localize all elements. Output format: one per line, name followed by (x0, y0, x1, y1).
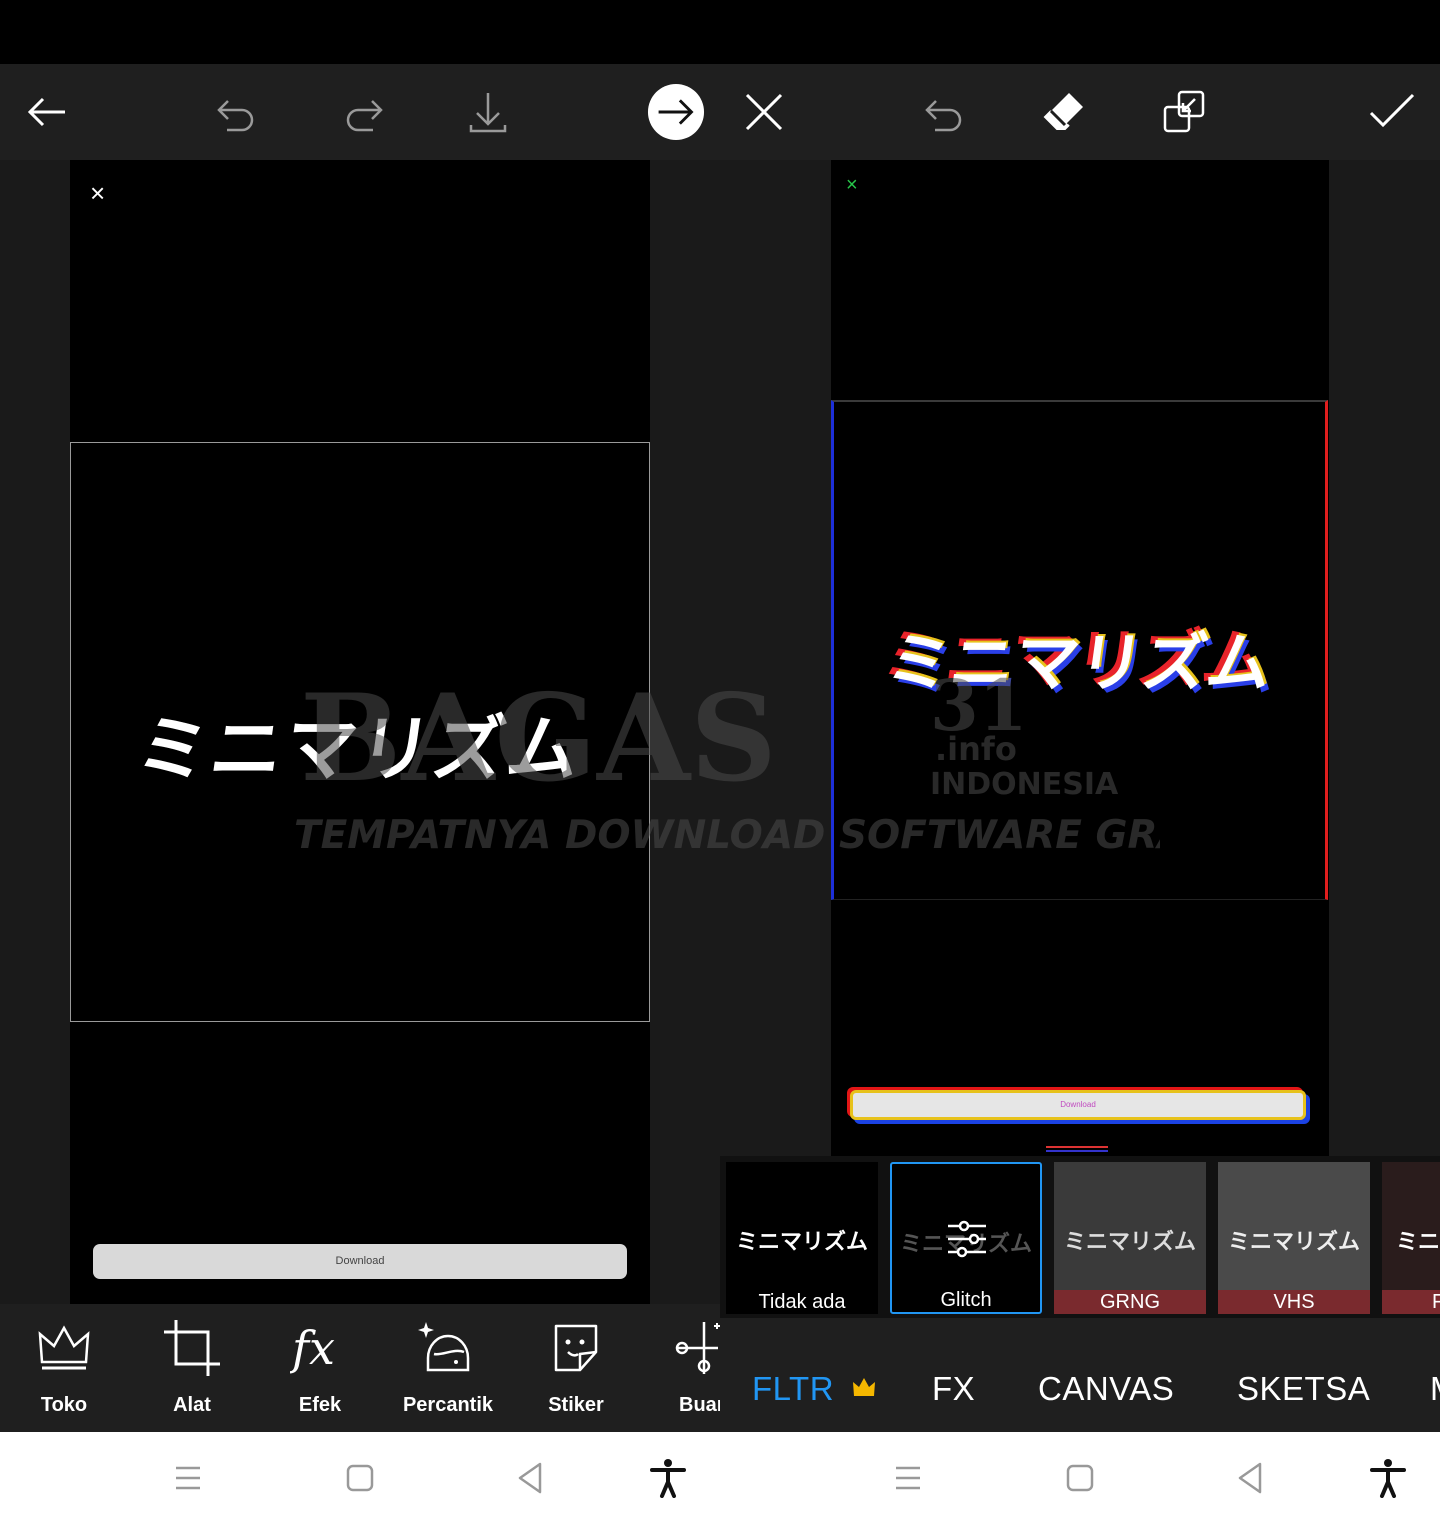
status-bar (0, 0, 1440, 64)
tab-fltr[interactable]: FLTR (752, 1370, 834, 1408)
recent-apps-icon[interactable] (168, 1458, 208, 1498)
back-arrow-icon (27, 97, 65, 127)
face-icon (418, 1322, 470, 1372)
tab-more[interactable]: M (1430, 1370, 1440, 1408)
effect-undo-button[interactable] (912, 80, 976, 144)
tool-label: Percantik (402, 1394, 494, 1416)
sticker-icon (554, 1324, 598, 1372)
tool-percantik[interactable]: Percantik (393, 1318, 503, 1417)
close-effect-button[interactable] (732, 80, 796, 144)
undo-icon (925, 100, 962, 132)
recent-apps-icon[interactable] (888, 1458, 928, 1498)
left-download-button[interactable]: Download (93, 1244, 627, 1279)
fx-icon: fx (290, 1321, 335, 1375)
compare-button[interactable] (1152, 80, 1216, 144)
filter-thumb-glitch[interactable]: ミニマリズム Glitch (890, 1162, 1042, 1314)
close-icon (745, 93, 783, 131)
next-button[interactable] (644, 80, 708, 144)
tool-label: Stiker (548, 1394, 604, 1416)
premium-crown-icon (853, 1378, 875, 1396)
layers-icon (1163, 90, 1205, 133)
back-nav-icon[interactable] (1230, 1458, 1270, 1498)
eraser-button[interactable] (1032, 80, 1096, 144)
tool-label: Alat (173, 1394, 211, 1416)
checkmark-icon (1369, 93, 1415, 128)
tool-toko[interactable]: Toko (9, 1318, 119, 1417)
tool-efek[interactable]: fx Efek (265, 1318, 375, 1417)
tool-label: Toko (40, 1394, 88, 1416)
forward-arrow-icon (647, 83, 705, 141)
tool-label: Buan (679, 1394, 720, 1416)
filter-strip: ミニマリズム Tidak ada ミニマリズム Glitch ミニマリズム GR… (720, 1156, 1440, 1318)
home-icon[interactable] (340, 1458, 380, 1498)
tools-bar: Toko Alat fx Efek Percantik Stiker Buan (0, 1304, 720, 1432)
filter-preview: ミニマリズム (735, 1230, 868, 1255)
save-button[interactable] (456, 80, 520, 144)
filter-label: Tidak ada (758, 1291, 846, 1313)
filter-thumb-none[interactable]: ミニマリズム Tidak ada (726, 1162, 878, 1314)
tool-label: Efek (298, 1394, 342, 1416)
back-button[interactable] (16, 80, 80, 144)
undo-button[interactable] (204, 80, 268, 144)
brush-icon (675, 1322, 720, 1374)
home-icon[interactable] (1060, 1458, 1100, 1498)
tool-stiker[interactable]: Stiker (521, 1318, 631, 1417)
tool-buan[interactable]: Buan (649, 1318, 720, 1417)
adjust-sliders-icon (948, 1220, 986, 1258)
accessibility-icon[interactable] (1368, 1458, 1408, 1498)
back-nav-icon[interactable] (510, 1458, 550, 1498)
accessibility-icon[interactable] (648, 1458, 688, 1498)
filter-label: Glitch (940, 1289, 992, 1311)
crown-icon (38, 1325, 90, 1370)
filter-preview: ミニマリズム (1227, 1230, 1360, 1255)
eraser-icon (1043, 93, 1083, 130)
svg-text:fx: fx (290, 1321, 335, 1375)
redo-button[interactable] (332, 80, 396, 144)
tool-alat[interactable]: Alat (137, 1318, 247, 1417)
right-download-button[interactable]: Download (850, 1090, 1306, 1120)
top-toolbar (0, 64, 1440, 160)
glitch-white-layer: ミニマリズム (881, 627, 1276, 701)
tab-canvas[interactable]: CANVAS (1038, 1370, 1174, 1408)
filter-preview: ミニ (1396, 1230, 1440, 1255)
download-icon (469, 93, 507, 133)
left-canvas-title: ミニマリズム (131, 707, 587, 791)
glitch-artifact (1046, 1146, 1108, 1152)
undo-icon (217, 100, 254, 132)
right-canvas-close-icon[interactable]: × (846, 174, 858, 197)
redo-icon (346, 100, 383, 132)
filter-thumb-vhs[interactable]: ミニマリズム VHS (1218, 1162, 1370, 1314)
left-canvas-close-icon[interactable]: × (90, 178, 105, 209)
filter-preview: ミニマリズム (1063, 1230, 1196, 1255)
tab-sketsa[interactable]: SKETSA (1237, 1370, 1370, 1408)
right-canvas-title: ミニマリズム ミニマリズム ミニマリズム ミニマリズム (825, 612, 1335, 705)
filter-label: VHS (1218, 1290, 1370, 1314)
filter-thumb-grng[interactable]: ミニマリズム GRNG (1054, 1162, 1206, 1314)
crop-icon (164, 1320, 220, 1376)
tab-fx[interactable]: FX (932, 1370, 975, 1408)
filter-label: F (1382, 1290, 1440, 1314)
filter-thumb-next[interactable]: ミニ F (1382, 1162, 1440, 1314)
effect-category-tabs: FLTR FX CANVAS SKETSA M (720, 1318, 1440, 1432)
apply-button[interactable] (1360, 80, 1424, 144)
filter-label: GRNG (1054, 1290, 1206, 1314)
system-nav-bar (0, 1432, 1440, 1520)
